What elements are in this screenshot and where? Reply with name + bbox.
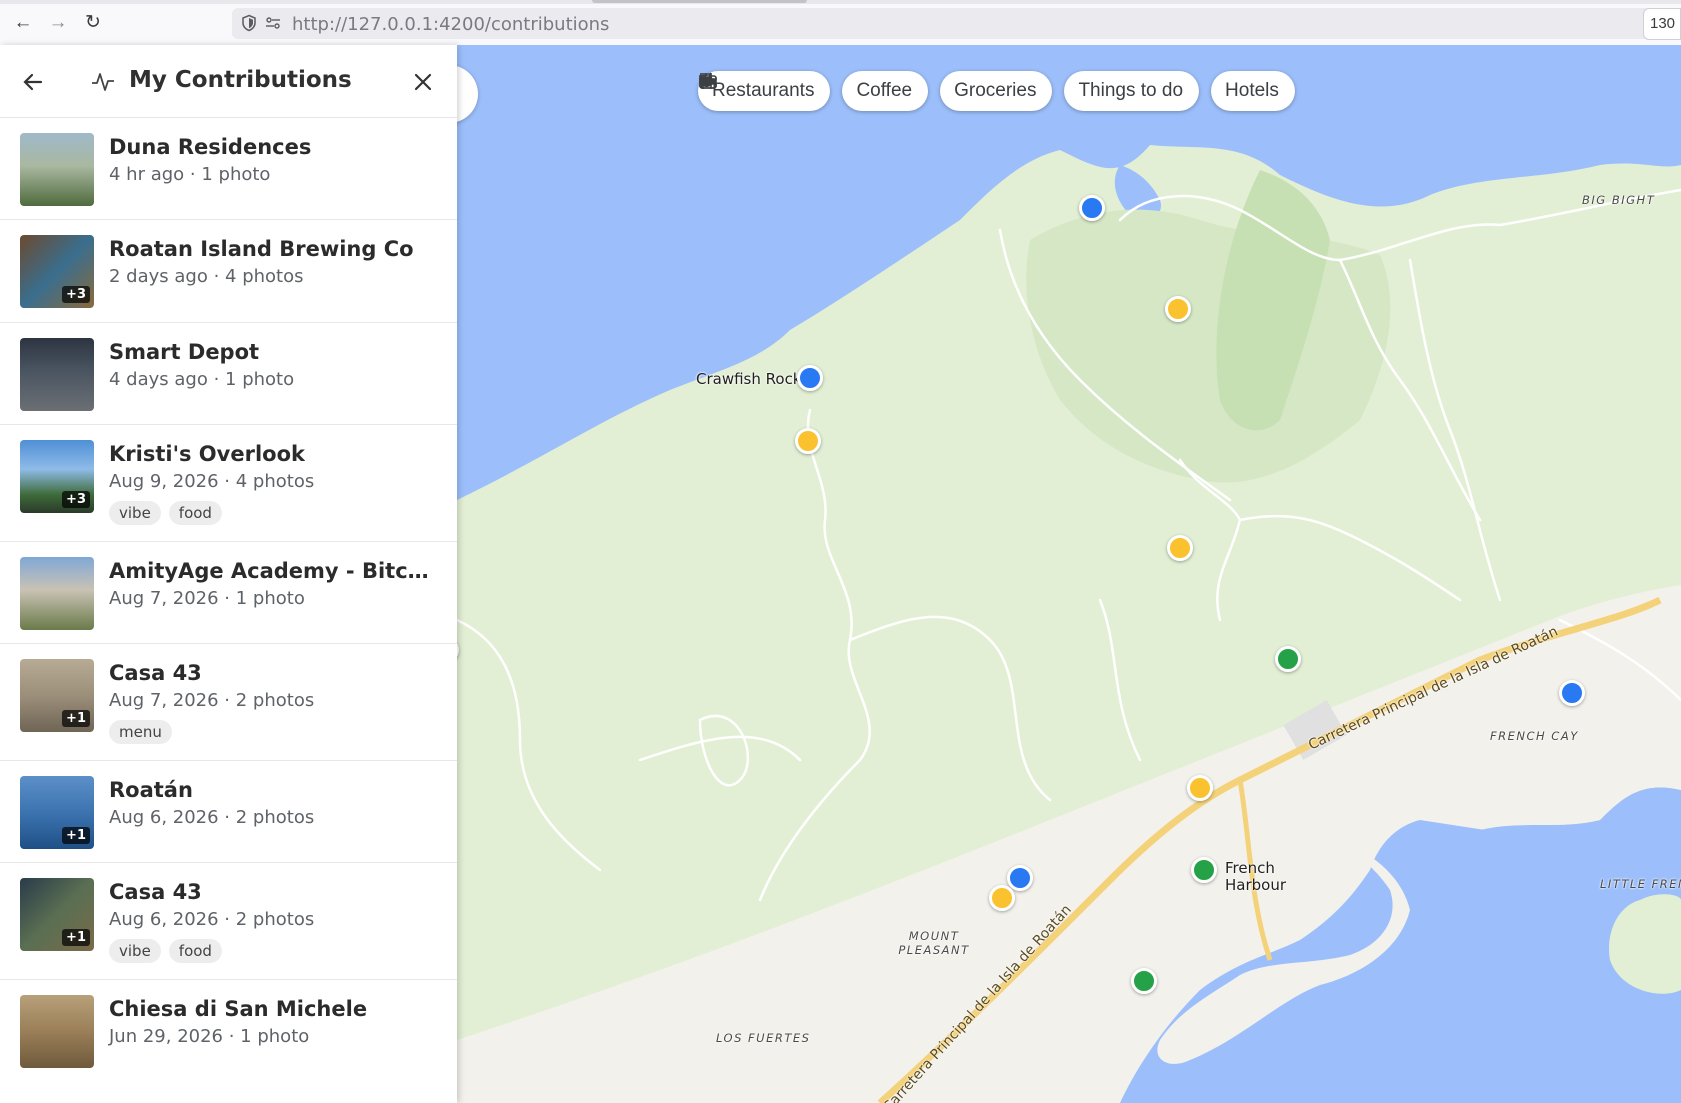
contributions-panel: My Contributions Duna Residences 4 hr ag… <box>0 45 457 1103</box>
back-arrow-icon[interactable]: ← <box>12 12 34 34</box>
tag[interactable]: food <box>168 939 222 963</box>
map-pin[interactable] <box>1275 646 1301 672</box>
contribution-meta: 4 days ago · 1 photo <box>109 369 295 390</box>
chip-groceries[interactable]: Groceries <box>699 71 1053 111</box>
back-arrow-icon[interactable] <box>20 69 46 95</box>
map-pin[interactable] <box>1165 296 1191 322</box>
contribution-name: Duna Residences <box>109 135 312 159</box>
map-label-big-bight: BIG BIGHT <box>1582 193 1656 207</box>
contribution-name: AmityAge Academy - Bitcoin ... <box>109 559 434 583</box>
contribution-meta: Aug 6, 2026 · 2 photos <box>109 807 315 828</box>
tag[interactable]: menu <box>109 720 172 744</box>
more-photos-badge: +3 <box>62 491 90 508</box>
contribution-meta: 2 days ago · 4 photos <box>109 266 304 287</box>
shield-icon <box>242 14 256 32</box>
contribution-item[interactable]: Smart Depot 4 days ago · 1 photo <box>0 323 457 425</box>
chip-label: Hotels <box>1225 80 1279 101</box>
map-label-los-fuertes: LOS FUERTES <box>716 1031 811 1045</box>
contribution-meta: Jun 29, 2026 · 1 photo <box>109 1026 310 1047</box>
tag[interactable]: vibe <box>109 501 161 525</box>
contribution-thumbnail: +1 <box>20 776 94 849</box>
chip-hotels[interactable]: Hotels <box>699 71 1295 111</box>
map-pin[interactable] <box>795 428 821 454</box>
chip-coffee[interactable]: Coffee <box>701 71 929 111</box>
contribution-thumbnail <box>20 557 94 630</box>
bed-icon <box>699 75 717 87</box>
map-pin[interactable] <box>1079 195 1105 221</box>
map-pin[interactable] <box>1131 968 1157 994</box>
map-label-french-harbour: French Harbour <box>1225 859 1287 894</box>
contribution-item[interactable]: +1 Roatán Aug 6, 2026 · 2 photos <box>0 761 457 863</box>
more-photos-badge: +1 <box>62 929 90 946</box>
chip-label: Coffee <box>856 80 913 101</box>
address-bar[interactable]: http://127.0.0.1:4200/contributions <box>232 8 1681 39</box>
contribution-thumbnail: +1 <box>20 659 94 732</box>
contribution-name: Casa 43 <box>109 880 202 904</box>
contribution-item[interactable]: +3 Roatan Island Brewing Co 2 days ago ·… <box>0 220 457 323</box>
activity-icon <box>92 73 114 91</box>
more-photos-badge: +1 <box>62 710 90 727</box>
chip-label: Restaurants <box>712 80 815 101</box>
panel-title: My Contributions <box>129 67 352 93</box>
browser-toolbar: ← → ↻ http://127.0.0.1:4200/contribution… <box>0 0 1681 46</box>
map-pin[interactable] <box>1191 857 1217 883</box>
contribution-meta: Aug 6, 2026 · 2 photos <box>109 909 315 930</box>
tag-list: vibe food <box>109 939 222 963</box>
tab-strip <box>0 0 1681 4</box>
chip-things-to-do[interactable]: Things to do <box>699 71 1200 111</box>
contribution-item[interactable]: +3 Kristi's Overlook Aug 9, 2026 · 4 pho… <box>0 425 457 542</box>
contribution-meta: 4 hr ago · 1 photo <box>109 164 271 185</box>
permissions-icon[interactable] <box>264 14 282 32</box>
contribution-thumbnail: +3 <box>20 440 94 513</box>
contribution-name: Roatán <box>109 778 193 802</box>
category-chips: Restaurants Coffee Groceries Things to d… <box>698 71 1295 111</box>
contribution-thumbnail <box>20 338 94 411</box>
contribution-item[interactable]: Duna Residences 4 hr ago · 1 photo <box>0 118 457 220</box>
contribution-thumbnail <box>20 133 94 206</box>
contribution-item[interactable]: AmityAge Academy - Bitcoin ... Aug 7, 20… <box>0 542 457 644</box>
active-tab-indicator <box>592 0 807 3</box>
contribution-meta: Aug 7, 2026 · 2 photos <box>109 690 315 711</box>
chip-label: Things to do <box>1078 80 1184 101</box>
map-label-crawfish-rock: Crawfish Rock <box>696 370 802 388</box>
chip-label: Groceries <box>954 80 1037 101</box>
contribution-name: Roatan Island Brewing Co <box>109 237 414 261</box>
contribution-item[interactable]: Chiesa di San Michele Jun 29, 2026 · 1 p… <box>0 980 457 1081</box>
map-label-little-french: LITTLE FRENCH <box>1600 877 1681 891</box>
map-pin[interactable] <box>1559 680 1585 706</box>
forward-arrow-icon[interactable]: → <box>47 12 69 34</box>
contribution-thumbnail <box>20 995 94 1068</box>
contribution-item[interactable]: +1 Casa 43 Aug 6, 2026 · 2 photos vibe f… <box>0 863 457 980</box>
tag-list: menu <box>109 720 172 744</box>
map-pin[interactable] <box>1007 865 1033 891</box>
map-pin[interactable] <box>989 885 1015 911</box>
close-icon[interactable] <box>410 69 436 95</box>
map-pin[interactable] <box>797 365 823 391</box>
tag[interactable]: vibe <box>109 939 161 963</box>
zoom-level[interactable]: 130 <box>1643 8 1681 40</box>
contribution-name: Smart Depot <box>109 340 260 364</box>
contribution-thumbnail: +1 <box>20 878 94 951</box>
contribution-name: Casa 43 <box>109 661 202 685</box>
contribution-name: Chiesa di San Michele <box>109 997 368 1021</box>
more-photos-badge: +1 <box>62 827 90 844</box>
more-photos-badge: +3 <box>62 286 90 303</box>
contribution-thumbnail: +3 <box>20 235 94 308</box>
panel-header: My Contributions <box>0 45 457 118</box>
contribution-item[interactable]: +1 Casa 43 Aug 7, 2026 · 2 photos menu <box>0 644 457 761</box>
tag[interactable]: food <box>168 501 222 525</box>
reload-icon[interactable]: ↻ <box>82 12 104 34</box>
contribution-meta: Aug 9, 2026 · 4 photos <box>109 471 315 492</box>
tag-list: vibe food <box>109 501 222 525</box>
map-label-mount-pleasant: MOUNT PLEASANT <box>898 929 970 957</box>
contribution-meta: Aug 7, 2026 · 1 photo <box>109 588 305 609</box>
map-pin[interactable] <box>1167 535 1193 561</box>
contribution-name: Kristi's Overlook <box>109 442 305 466</box>
map-label-french-cay: FRENCH CAY <box>1490 729 1579 743</box>
map-pin[interactable] <box>1187 775 1213 801</box>
url-text[interactable]: http://127.0.0.1:4200/contributions <box>292 14 609 35</box>
